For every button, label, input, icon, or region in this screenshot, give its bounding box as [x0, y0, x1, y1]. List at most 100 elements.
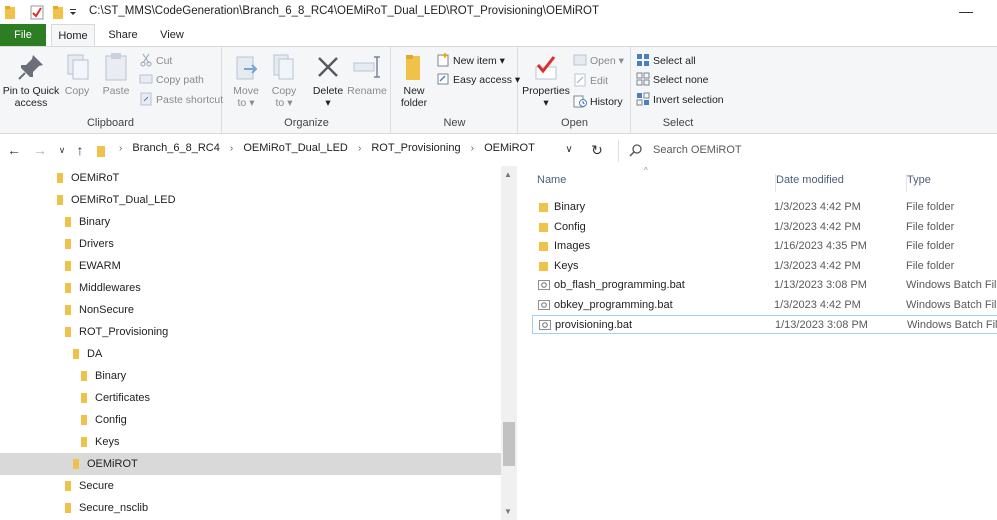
edit-icon	[574, 73, 586, 87]
file-row[interactable]: provisioning.bat 1/13/2023 3:08 PM Windows…	[532, 315, 997, 334]
file-row[interactable]: Binary 1/3/2023 4:42 PM File folder	[532, 198, 997, 217]
easy-access-label: Easy access	[453, 74, 512, 86]
delete-button[interactable]: Delete ▾	[311, 51, 345, 109]
history-button[interactable]: History	[573, 93, 623, 111]
nav-tree-item[interactable]: Drivers	[0, 233, 501, 255]
nav-tree-item-label: Binary	[79, 216, 111, 228]
copy-to-label-line1: Copy	[271, 85, 297, 97]
copy-icon	[67, 54, 89, 80]
folder-icon	[539, 242, 548, 251]
organize-group: Move to ▾ Copy to ▾ Delete ▾ Rename Organ…	[223, 47, 391, 133]
select-all-button[interactable]: Select all	[636, 52, 696, 70]
column-header-date-label: Date modified	[776, 174, 844, 186]
column-header-date-modified[interactable]: Date modified	[775, 174, 844, 192]
nav-tree-item[interactable]: Config	[0, 409, 501, 431]
nav-tree-item[interactable]: EWARM	[0, 255, 501, 277]
breadcrumb[interactable]: › Branch_6_8_RC4 › OEMiRoT_Dual_LED › RO…	[112, 142, 535, 160]
tab-file[interactable]: File	[0, 24, 46, 46]
open-label: Open	[590, 55, 616, 67]
select-none-icon	[636, 72, 650, 86]
open-button[interactable]: Open ▾	[573, 52, 624, 70]
nav-scrollbar[interactable]: ▲ ▼	[501, 166, 517, 520]
file-row[interactable]: Images 1/16/2023 4:35 PM File folder	[532, 237, 997, 256]
folder-icon	[65, 305, 71, 315]
forward-arrow-icon[interactable]: →	[32, 142, 48, 158]
copy-button[interactable]: Copy	[62, 51, 92, 97]
invert-selection-button[interactable]: Invert selection	[636, 91, 724, 109]
nav-scrollbar-thumb[interactable]	[503, 422, 515, 466]
breadcrumb-item[interactable]: OEMiRoT_Dual_LED	[243, 142, 348, 154]
folder-icon[interactable]	[52, 4, 64, 20]
pin-to-quick-access-button[interactable]: Pin to Quick access	[2, 51, 60, 109]
scroll-up-icon[interactable]: ▲	[504, 170, 512, 179]
cut-button[interactable]: Cut	[139, 52, 172, 70]
file-row[interactable]: obkey_programming.bat 1/3/2023 4:42 PM Win…	[532, 296, 997, 315]
nav-tree-item[interactable]: Certificates	[0, 387, 501, 409]
breadcrumb-item[interactable]: ROT_Provisioning	[371, 142, 460, 154]
nav-tree-item[interactable]: OEMiRoT	[0, 167, 501, 189]
nav-tree-item[interactable]: Middlewares	[0, 277, 501, 299]
new-folder-label-line1: New	[403, 85, 425, 97]
file-row[interactable]: Keys 1/3/2023 4:42 PM File folder	[532, 257, 997, 276]
select-none-button[interactable]: Select none	[636, 71, 708, 89]
breadcrumb-item[interactable]: OEMiROT	[484, 142, 535, 154]
tab-share[interactable]: Share	[103, 24, 143, 46]
dropdown-icon[interactable]	[69, 4, 77, 20]
edit-button[interactable]: Edit	[573, 72, 608, 90]
scroll-down-icon[interactable]: ▼	[504, 507, 512, 516]
search-box[interactable]: Search OEMiROT	[618, 140, 997, 162]
rename-button[interactable]: Rename	[347, 51, 387, 97]
folder-icon[interactable]	[4, 4, 16, 20]
nav-tree-item[interactable]: OEMiRoT_Dual_LED	[0, 189, 501, 211]
breadcrumb-item[interactable]: Branch_6_8_RC4	[132, 142, 219, 154]
nav-tree-item[interactable]: Secure	[0, 475, 501, 497]
move-to-button[interactable]: Move to ▾	[229, 51, 263, 109]
easy-access-button[interactable]: Easy access ▾	[436, 71, 520, 89]
properties-button[interactable]: Properties ▾	[521, 51, 571, 109]
select-all-icon	[637, 54, 649, 66]
tab-home[interactable]: Home	[51, 24, 95, 47]
new-folder-button[interactable]: New folder	[398, 51, 430, 109]
nav-tree-item[interactable]: ROT_Provisioning	[0, 321, 501, 343]
sort-ascending-icon: ^	[644, 166, 648, 175]
nav-tree-item[interactable]: Binary	[0, 365, 501, 387]
column-header-type-label: Type	[907, 174, 931, 186]
file-type: Windows Batch File	[906, 298, 997, 311]
up-arrow-icon[interactable]: ↑	[72, 142, 88, 158]
file-name: Binary	[554, 201, 586, 213]
file-name: Keys	[554, 259, 579, 272]
column-header-name[interactable]: Name	[537, 174, 566, 192]
tab-view[interactable]: View	[152, 24, 192, 46]
file-name: obkey_programming.bat	[554, 298, 673, 311]
back-arrow-icon[interactable]: ←	[6, 142, 22, 158]
file-row[interactable]: Config 1/3/2023 4:42 PM File folder	[532, 218, 997, 237]
easy-access-icon	[437, 73, 449, 85]
address-dropdown-chevron-icon[interactable]: ∨	[561, 144, 577, 155]
new-group-label: New	[443, 117, 466, 129]
copy-to-button[interactable]: Copy to ▾	[267, 51, 301, 109]
minimize-button[interactable]: —	[958, 3, 974, 19]
recent-locations-chevron-icon[interactable]: ∨	[54, 145, 70, 156]
paste-shortcut-button[interactable]: Paste shortcut	[139, 91, 223, 109]
nav-tree-item[interactable]: Binary	[0, 211, 501, 233]
checkmark-icon[interactable]	[30, 4, 44, 20]
copy-path-icon	[139, 74, 153, 84]
nav-tree-item[interactable]: OEMiROT	[0, 453, 501, 475]
new-item-button[interactable]: New item ▾	[436, 52, 505, 70]
nav-tree-item[interactable]: NonSecure	[0, 299, 501, 321]
file-row[interactable]: ob_flash_programming.bat 1/13/2023 3:08 P…	[532, 276, 997, 295]
address-bar-row: ← → ∨ ↑ › Branch_6_8_RC4 › OEMiRoT_Dual_…	[0, 134, 997, 166]
paste-label: Paste	[102, 85, 130, 97]
column-header-type[interactable]: Type	[906, 174, 931, 192]
paste-button[interactable]: Paste	[100, 51, 132, 97]
nav-tree-item[interactable]: Keys	[0, 431, 501, 453]
copy-path-label: Copy path	[156, 74, 204, 86]
refresh-icon[interactable]: ↻	[589, 142, 605, 159]
folder-icon	[65, 503, 71, 513]
nav-tree-item[interactable]: DA	[0, 343, 501, 365]
batch-file-icon	[538, 280, 550, 290]
copy-path-button[interactable]: Copy path	[139, 71, 204, 89]
clipboard-group: Pin to Quick access Copy Paste Cut Copy …	[0, 47, 223, 133]
nav-tree-item[interactable]: Secure_nsclib	[0, 497, 501, 519]
search-icon	[629, 144, 642, 157]
